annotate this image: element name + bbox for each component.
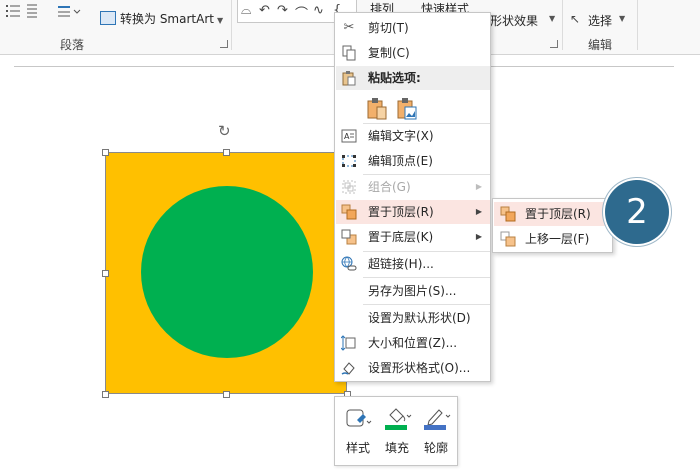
chevron-right-icon: ▶: [475, 207, 482, 216]
menu-item-label: 设置形状格式(O)...: [368, 361, 471, 375]
group-divider: [231, 0, 232, 50]
outline-button[interactable]: 轮廓: [417, 403, 455, 461]
shape-wave-icon[interactable]: ∿: [313, 3, 324, 18]
columns-icon[interactable]: [56, 4, 86, 20]
shape-effects-label: 形状效果: [490, 14, 539, 28]
convert-smartart-button[interactable]: 转换为 SmartArt ▼: [100, 10, 223, 28]
chevron-right-icon: ▶: [475, 182, 482, 191]
bring-to-front-icon: [500, 206, 516, 222]
style-label: 样式: [345, 441, 370, 455]
cursor-icon: ↖: [570, 12, 581, 26]
resize-handle[interactable]: [102, 391, 109, 398]
group-label-editing: 编辑: [588, 38, 613, 52]
fill-button[interactable]: 填充: [378, 403, 416, 461]
style-button[interactable]: 样式: [339, 403, 377, 461]
paragraph-dialog-launcher[interactable]: [220, 40, 228, 48]
group-icon: [341, 179, 357, 195]
circle-shape[interactable]: [141, 186, 313, 358]
group-label-paragraph: 段落: [60, 38, 85, 52]
fill-bucket-icon: [382, 407, 412, 431]
format-shape-icon: [341, 360, 357, 376]
bring-to-front-submenu: 置于顶层(R) 上移一层(F): [492, 198, 613, 253]
menu-item-label: 编辑顶点(E): [368, 154, 433, 168]
menu-separator: [363, 277, 490, 278]
select-label: 选择: [588, 14, 613, 28]
menu-item-label: 置于顶层(R): [368, 205, 434, 219]
submenu-item-bring-to-front[interactable]: 置于顶层(R): [494, 202, 611, 226]
edit-points-icon: [341, 153, 357, 169]
outline-pen-icon: [421, 407, 451, 431]
menu-item-label: 置于底层(K): [368, 230, 434, 244]
menu-item-group[interactable]: 组合(G) ▶: [336, 175, 490, 199]
shape-freeform-icon[interactable]: ⌓: [241, 3, 251, 18]
group-divider: [562, 0, 563, 50]
menu-item-size-position[interactable]: 大小和位置(Z)...: [336, 331, 490, 355]
drawing-dialog-launcher[interactable]: [550, 40, 558, 48]
fill-label: 填充: [384, 441, 409, 455]
submenu-item-bring-forward[interactable]: 上移一层(F): [494, 227, 611, 251]
group-divider: [637, 0, 638, 50]
send-to-back-icon: [341, 229, 357, 245]
resize-handle[interactable]: [102, 149, 109, 156]
menu-item-bring-to-front[interactable]: 置于顶层(R) ▶: [336, 200, 490, 224]
chevron-down-icon: ▼: [216, 16, 224, 25]
scissors-icon: ✂: [343, 20, 355, 35]
menu-item-label: 设置为默认形状(D): [368, 311, 471, 325]
menu-item-paste-options: 粘贴选项:: [336, 66, 490, 90]
menu-item-send-to-back[interactable]: 置于底层(K) ▶: [336, 225, 490, 249]
menu-item-label: 超链接(H)...: [368, 257, 434, 271]
outline-label: 轮廓: [423, 441, 448, 455]
chevron-down-icon: ▼: [619, 14, 626, 23]
paste-as-picture-icon[interactable]: [396, 97, 418, 121]
shape-scribble-icon[interactable]: ↷: [277, 3, 288, 18]
paste-icon: [341, 70, 357, 86]
menu-item-edit-text[interactable]: A 编辑文字(X): [336, 124, 490, 148]
menu-item-label: 另存为图片(S)...: [368, 284, 457, 298]
size-position-icon: [340, 335, 357, 351]
hyperlink-icon: [341, 256, 357, 272]
copy-icon: [341, 45, 357, 61]
chevron-down-icon: ▼: [549, 14, 556, 23]
rotate-handle-icon[interactable]: ↻: [218, 122, 231, 140]
menu-item-edit-points[interactable]: 编辑顶点(E): [336, 149, 490, 173]
menu-item-label: 组合(G): [368, 180, 411, 194]
menu-item-label: 剪切(T): [368, 21, 409, 35]
svg-text:A: A: [344, 132, 350, 141]
submenu-item-label: 置于顶层(R): [525, 207, 591, 221]
menu-item-label: 复制(C): [368, 46, 410, 60]
resize-handle[interactable]: [223, 391, 230, 398]
list-style-icon[interactable]: [4, 2, 38, 22]
menu-item-set-default-shape[interactable]: 设置为默认形状(D): [336, 306, 490, 330]
context-menu: ✂ 剪切(T) 复制(C) 粘贴选项: A 编辑文字(X) 编辑顶点(E) 组合…: [334, 12, 491, 382]
menu-item-hyperlink[interactable]: 超链接(H)...: [336, 252, 490, 276]
step-number-badge: 2: [605, 180, 669, 244]
menu-item-cut[interactable]: ✂ 剪切(T): [336, 16, 490, 40]
menu-item-format-shape[interactable]: 设置形状格式(O)...: [336, 356, 490, 380]
shape-style-icon: [343, 407, 373, 431]
convert-smartart-label: 转换为 SmartArt: [120, 12, 214, 26]
resize-handle[interactable]: [102, 270, 109, 277]
resize-handle[interactable]: [223, 149, 230, 156]
paste-keep-source-icon[interactable]: [366, 97, 388, 121]
bring-to-front-icon: [341, 204, 357, 220]
submenu-item-label: 上移一层(F): [525, 232, 590, 246]
chevron-right-icon: ▶: [475, 232, 482, 241]
menu-separator: [363, 304, 490, 305]
menu-item-copy[interactable]: 复制(C): [336, 41, 490, 65]
menu-item-label: 编辑文字(X): [368, 129, 434, 143]
menu-item-label: 大小和位置(Z)...: [368, 336, 458, 350]
bring-forward-icon: [500, 231, 516, 247]
smartart-icon: [100, 11, 116, 25]
menu-item-save-as-picture[interactable]: 另存为图片(S)...: [336, 279, 490, 303]
shape-curve-icon[interactable]: ↶: [259, 3, 270, 18]
edit-text-icon: A: [341, 128, 357, 144]
shape-arc-icon[interactable]: ⌒: [295, 3, 308, 22]
menu-item-label: 粘贴选项:: [368, 71, 421, 85]
mini-toolbar: 样式 填充 轮廓: [334, 396, 458, 466]
